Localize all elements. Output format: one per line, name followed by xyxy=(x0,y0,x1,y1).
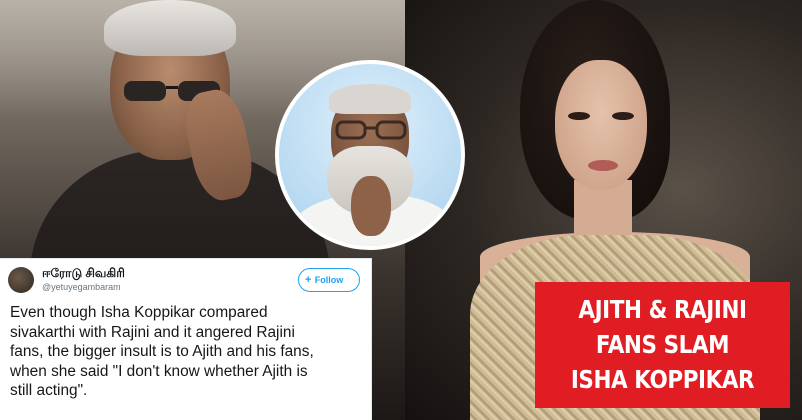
inset-folded-hands xyxy=(351,176,391,236)
tweet-author-name[interactable]: ஈரோடு சிவகிரி xyxy=(42,266,125,282)
follow-button-label: Follow xyxy=(314,275,344,285)
tweet-text: Even though Isha Koppikar compared sivak… xyxy=(10,304,314,399)
add-user-icon: + xyxy=(305,274,312,286)
tweet-card: ஈரோடு சிவகிரி @yetuyegambaram + Follow E… xyxy=(0,258,372,420)
circular-inset-photo xyxy=(275,60,465,250)
woman-lips xyxy=(588,160,618,171)
woman-left-eye xyxy=(568,112,590,120)
headline-line-2: FANS SLAM xyxy=(595,330,730,359)
woman-right-eye xyxy=(612,112,634,120)
eyeglasses-icon xyxy=(335,120,407,140)
avatar[interactable] xyxy=(8,267,34,293)
thumbnail-canvas: ஈரோடு சிவகிரி @yetuyegambaram + Follow E… xyxy=(0,0,802,420)
man-hair xyxy=(104,0,236,56)
tweet-author-handle[interactable]: @yetuyegambaram xyxy=(42,282,121,292)
headline-line-3: ISHA KOPPIKAR xyxy=(570,365,755,394)
headline-line-1: AJITH & RAJINI xyxy=(578,295,747,324)
inset-hair xyxy=(329,84,411,114)
follow-button[interactable]: + Follow xyxy=(298,268,360,292)
headline-box: AJITH & RAJINI FANS SLAM ISHA KOPPIKAR xyxy=(535,282,790,408)
